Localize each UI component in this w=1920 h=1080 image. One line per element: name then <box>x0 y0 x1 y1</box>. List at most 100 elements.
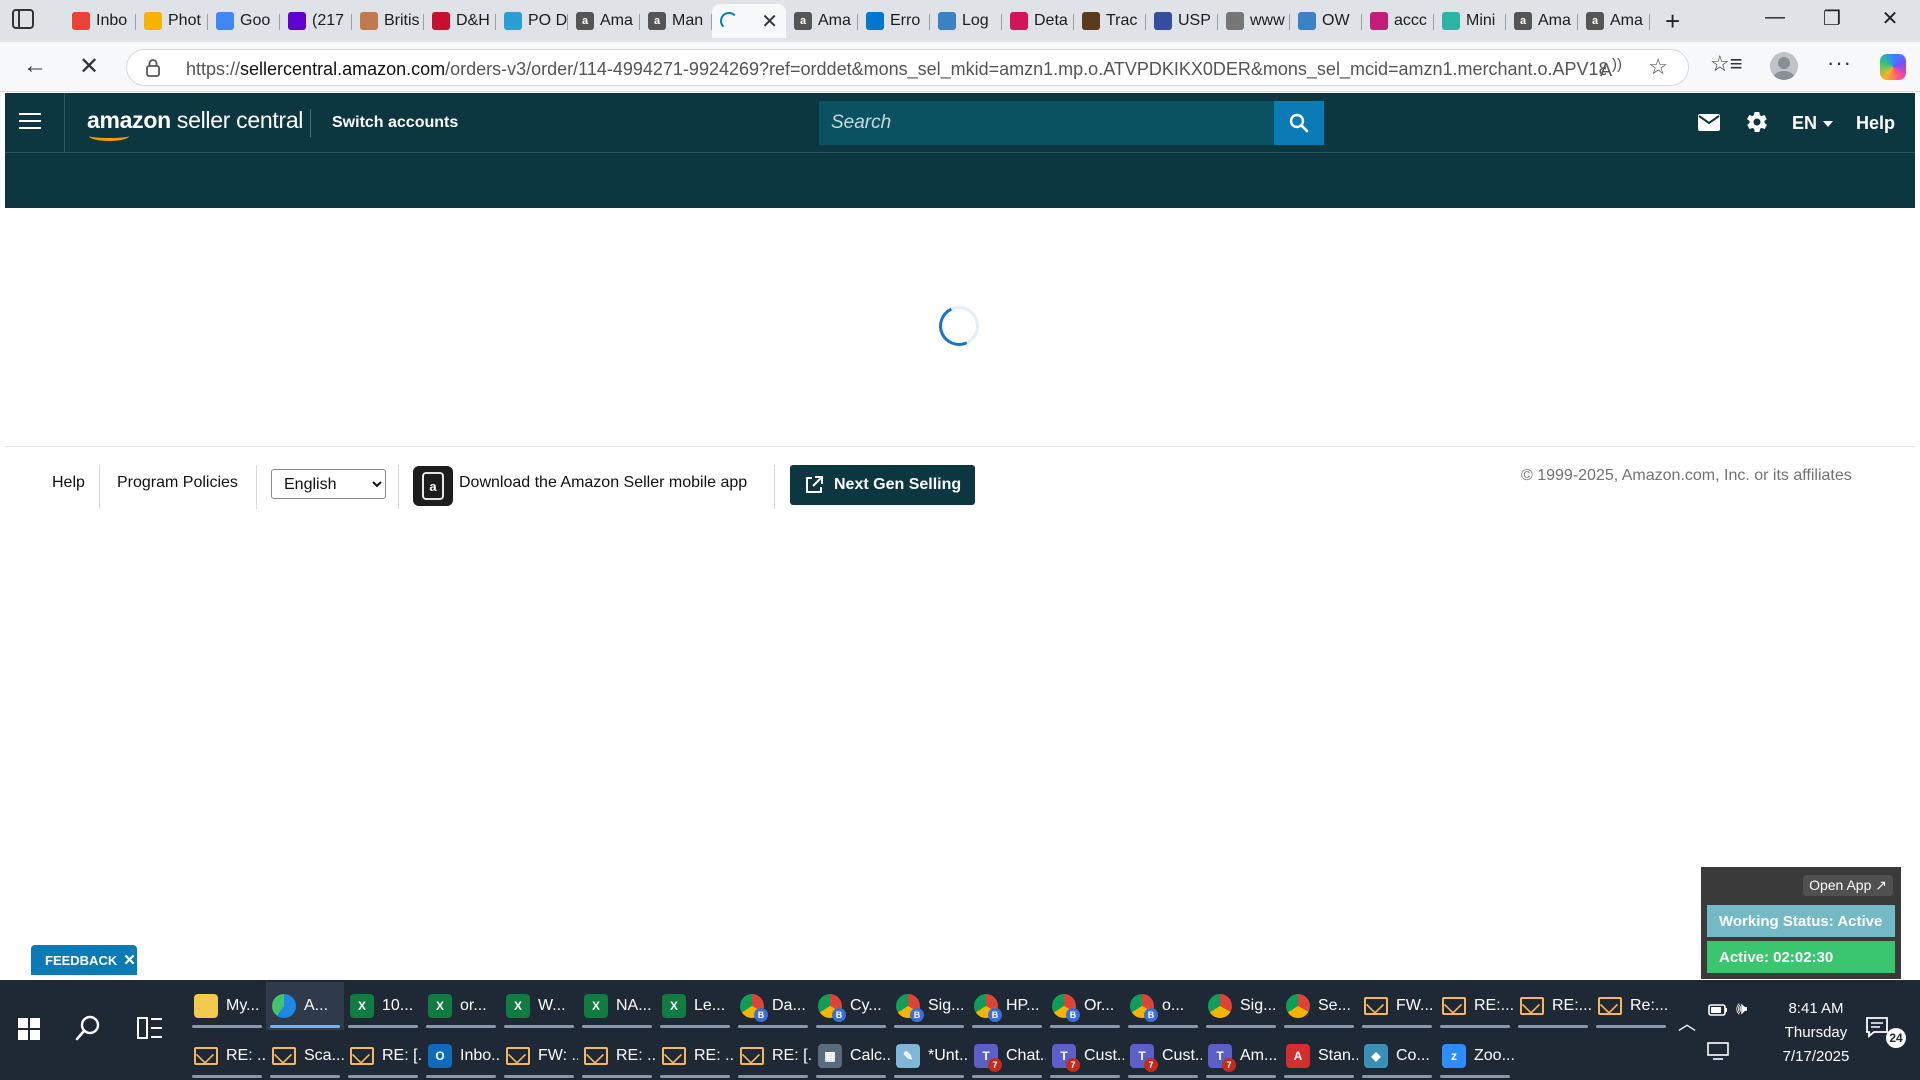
browser-tab[interactable]: Goo <box>208 4 280 38</box>
taskbar-app-button[interactable]: RE: [... <box>344 1032 422 1080</box>
taskbar-app-button[interactable]: B Cy... <box>812 982 890 1030</box>
hamburger-menu-icon[interactable] <box>19 113 41 131</box>
taskbar-app-button[interactable]: RE: ... <box>188 1032 266 1080</box>
taskbar-app-button[interactable]: B Da... <box>734 982 812 1030</box>
browser-tab[interactable]: Trac <box>1074 4 1146 38</box>
browser-tab[interactable]: Log <box>930 4 1002 38</box>
browser-tab[interactable]: Phot <box>136 4 208 38</box>
taskbar-app-button[interactable]: ▦ Calc... <box>812 1032 890 1080</box>
taskbar-app-button[interactable]: T7Chat... <box>968 1032 1046 1080</box>
taskbar-app-button[interactable]: Se... <box>1280 982 1358 1030</box>
browser-tab[interactable]: Britis <box>352 4 424 38</box>
browser-tab[interactable]: Inbo <box>64 4 136 38</box>
program-policies-link[interactable]: Program Policies <box>117 474 238 492</box>
taskbar-app-button[interactable]: z Zoo... <box>1436 1032 1514 1080</box>
next-gen-selling-button[interactable]: Next Gen Selling <box>790 465 975 505</box>
favorite-star-icon[interactable]: ☆ <box>1648 54 1668 80</box>
read-aloud-icon[interactable]: A)) <box>1600 56 1622 81</box>
taskbar-app-button[interactable]: RE: ... <box>656 1032 734 1080</box>
search-input[interactable] <box>819 101 1274 145</box>
search-icon[interactable] <box>74 1014 102 1047</box>
feedback-button[interactable]: FEEDBACK ✕ <box>31 945 137 975</box>
taskbar-app-button[interactable]: T 7 Am... <box>1202 1032 1280 1080</box>
battery-icon[interactable] <box>1708 1002 1728 1023</box>
taskbar-app-button[interactable]: FW... <box>1358 982 1436 1030</box>
open-app-button[interactable]: Open App ↗ <box>1803 875 1893 896</box>
chevron-up-icon[interactable]: ︿ <box>1678 1010 1696 1036</box>
back-arrow-icon[interactable]: ← <box>18 52 52 80</box>
browser-tab[interactable]: USP <box>1146 4 1218 38</box>
taskbar-app-button[interactable]: Re:... <box>1592 982 1670 1030</box>
browser-tab[interactable]: PO D <box>496 4 568 38</box>
browser-tab[interactable]: a Ama <box>786 4 858 38</box>
task-view-icon[interactable] <box>137 1016 163 1045</box>
amazon-seller-app-icon[interactable]: a <box>413 466 453 506</box>
footer-language-select[interactable]: English <box>271 469 386 499</box>
taskbar-app-button[interactable]: B Or... <box>1046 982 1124 1030</box>
browser-tab[interactable]: www <box>1218 4 1290 38</box>
taskbar-app-button[interactable]: ◆ Co... <box>1358 1032 1436 1080</box>
more-menu-icon[interactable]: ··· <box>1827 50 1852 76</box>
browser-tab[interactable]: a Ama <box>1506 4 1578 38</box>
taskbar-app-button[interactable]: O Inbo... <box>422 1032 500 1080</box>
browser-tab[interactable]: D&H <box>424 4 496 38</box>
taskbar-app-button[interactable]: FW: ... <box>500 1032 578 1080</box>
browser-tab[interactable]: Mini <box>1434 4 1506 38</box>
favorites-icon[interactable]: ☆≡ <box>1710 51 1743 77</box>
taskbar-app-button[interactable]: My... <box>188 982 266 1030</box>
browser-tab[interactable]: (217 <box>280 4 352 38</box>
taskbar-app-button[interactable]: RE: ... <box>578 1032 656 1080</box>
tab-actions-icon[interactable] <box>12 9 48 33</box>
taskbar-app-button[interactable]: T7Cust... <box>1124 1032 1202 1080</box>
help-link[interactable]: Help <box>1856 113 1895 134</box>
taskbar-app-button[interactable]: X W... <box>500 982 578 1030</box>
mail-icon[interactable] <box>1698 114 1720 136</box>
browser-tab[interactable]: accc <box>1362 4 1434 38</box>
taskbar-app-button[interactable]: X 10... <box>344 982 422 1030</box>
windows-start-icon[interactable] <box>18 1018 40 1040</box>
close-window-icon[interactable]: ✕ <box>1870 6 1910 31</box>
taskbar-app-button[interactable]: RE:... <box>1514 982 1592 1030</box>
switch-accounts-link[interactable]: Switch accounts <box>332 114 458 132</box>
taskbar-app-button[interactable]: B HP... <box>968 982 1046 1030</box>
address-bar[interactable]: https://sellercentral.amazon.com/orders-… <box>126 49 1689 86</box>
language-selector[interactable]: EN <box>1792 113 1834 134</box>
copilot-icon[interactable] <box>1880 54 1906 80</box>
stop-loading-icon[interactable]: ✕ <box>72 52 106 81</box>
taskbar-app-button[interactable]: T7Cust... <box>1046 1032 1124 1080</box>
taskbar-app-button[interactable]: ✎ *Unt... <box>890 1032 968 1080</box>
volume-icon[interactable]: 🕪 <box>1736 998 1747 1019</box>
download-app-link[interactable]: Download the Amazon Seller mobile app <box>459 474 747 492</box>
search-button[interactable] <box>1274 101 1324 145</box>
seller-central-logo[interactable]: amazon seller central <box>87 107 303 141</box>
network-icon[interactable] <box>1707 1042 1729 1065</box>
taskbar-app-button[interactable]: X NA... <box>578 982 656 1030</box>
taskbar-app-button[interactable]: Sig... <box>1202 982 1280 1030</box>
taskbar-app-button[interactable]: B Sig... <box>890 982 968 1030</box>
browser-tab[interactable]: a Ama <box>1578 4 1650 38</box>
close-icon[interactable]: ✕ <box>123 951 136 969</box>
new-tab-button[interactable]: + <box>1665 6 1680 37</box>
settings-gear-icon[interactable] <box>1745 110 1769 139</box>
taskbar-app-button[interactable]: Xor... <box>422 982 500 1030</box>
browser-tab[interactable]: Deta <box>1002 4 1074 38</box>
lock-icon[interactable] <box>145 58 161 83</box>
profile-avatar[interactable] <box>1770 52 1798 80</box>
tab-active[interactable]: ✕ <box>712 4 786 38</box>
taskbar-app-button[interactable]: RE: [... <box>734 1032 812 1080</box>
taskbar-app-button[interactable]: Sca... <box>266 1032 344 1080</box>
browser-tab[interactable]: a Ama <box>568 4 640 38</box>
taskbar-app-button[interactable]: RE:... <box>1436 982 1514 1030</box>
restore-icon[interactable]: ❐ <box>1812 6 1852 31</box>
system-clock[interactable]: 8:41 AM Thursday 7/17/2025 <box>1776 997 1856 1069</box>
close-tab-icon[interactable]: ✕ <box>761 9 778 34</box>
taskbar-app-button[interactable]: Bo... <box>1124 982 1202 1030</box>
footer-help-link[interactable]: Help <box>52 474 85 492</box>
browser-tab[interactable]: OW <box>1290 4 1362 38</box>
taskbar-app-button[interactable]: X Le... <box>656 982 734 1030</box>
taskbar-app-button[interactable]: A Stan... <box>1280 1032 1358 1080</box>
browser-tab[interactable]: Erro <box>858 4 930 38</box>
taskbar-app-button[interactable]: A... <box>266 982 344 1030</box>
minimize-icon[interactable]: — <box>1755 6 1795 29</box>
url-text[interactable]: https://sellercentral.amazon.com/orders-… <box>186 59 1606 80</box>
